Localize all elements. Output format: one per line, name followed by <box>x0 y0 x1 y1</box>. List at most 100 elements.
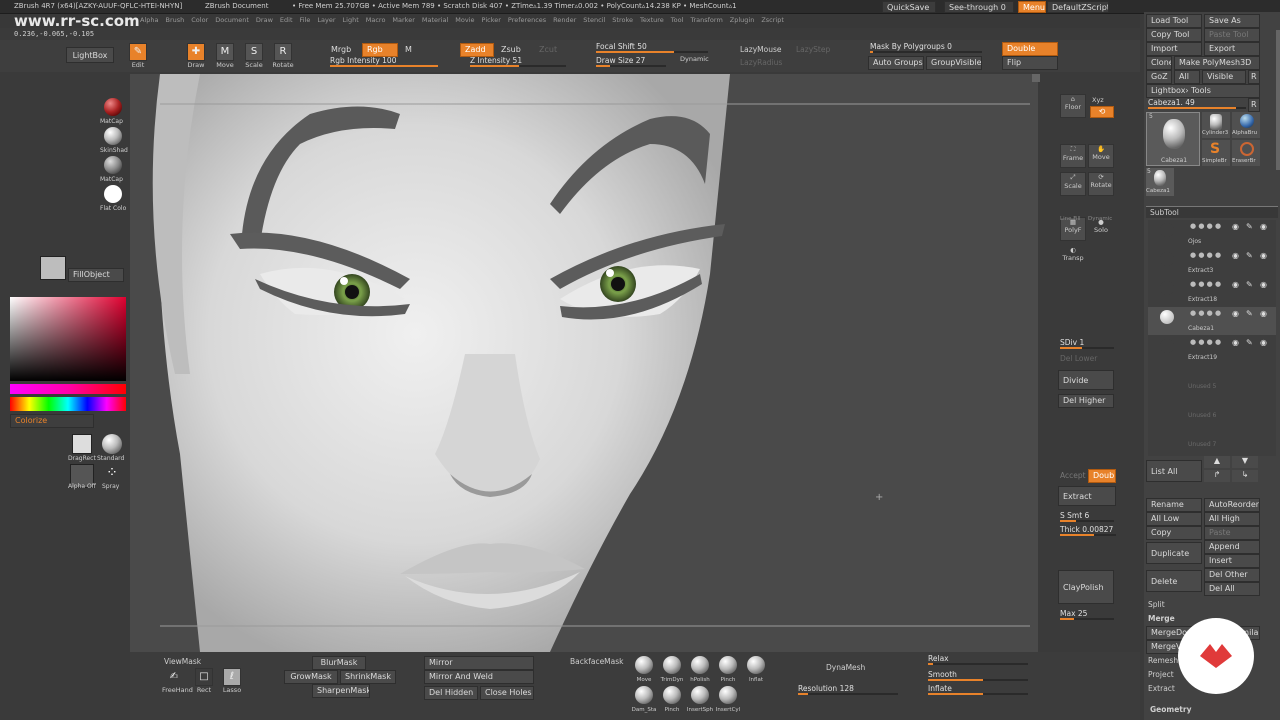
all-low-button[interactable]: All Low <box>1146 512 1202 526</box>
move-down-button[interactable]: ↳ <box>1232 470 1258 482</box>
menu-item-brush[interactable]: Brush <box>165 16 184 28</box>
resolution-slider[interactable]: Resolution 128 <box>798 684 898 696</box>
menu-item-zscript[interactable]: Zscript <box>761 16 784 28</box>
menu-item-tool[interactable]: Tool <box>671 16 684 28</box>
tool-thumb-eraserbrush[interactable]: EraserBr <box>1232 140 1260 166</box>
groupvisible-button[interactable]: GroupVisible <box>926 56 982 70</box>
fillobject-button[interactable]: FillObject <box>68 268 124 282</box>
canvas-scroll-handle[interactable] <box>1032 74 1040 82</box>
menu-item-color[interactable]: Color <box>191 16 208 28</box>
claypolish-button[interactable]: ClayPolish <box>1058 570 1114 604</box>
clone-button[interactable]: Clone <box>1146 56 1172 70</box>
autoreorder-button[interactable]: AutoReorder <box>1204 498 1260 512</box>
tool-thumb-cylinder[interactable]: Cylinder3 <box>1202 112 1230 138</box>
smooth-slider[interactable]: Smooth <box>928 670 1028 682</box>
move-up-button[interactable]: ↱ <box>1204 470 1230 482</box>
lightbox-tools-button[interactable]: Lightbox› Tools <box>1146 84 1260 98</box>
subtool-header[interactable]: SubTool <box>1146 206 1278 218</box>
brush-button[interactable]: InsertSph <box>686 684 714 714</box>
xyz-toggle[interactable]: Xyz <box>1092 96 1104 104</box>
subtool-row[interactable]: ◉ ✎ ◉ ● ● ● ● Cabeza1 <box>1148 307 1276 335</box>
relax-slider[interactable]: Relax <box>928 654 1028 666</box>
subtool-row[interactable]: ◉ ✎ ◉ ● ● ● ● Extract19 <box>1148 336 1276 364</box>
auto-groups-button[interactable]: Auto Groups <box>868 56 924 70</box>
colorize-button[interactable]: Colorize <box>10 414 94 428</box>
s-smt-slider[interactable]: S Smt 6 <box>1060 511 1114 523</box>
delete-button[interactable]: Delete <box>1146 570 1202 592</box>
backfacemask-toggle[interactable]: BackfaceMask <box>570 657 624 666</box>
default-zscript-button[interactable]: DefaultZScript <box>1047 1 1109 13</box>
brush-button[interactable]: Dam_Sta <box>630 684 658 714</box>
import-button[interactable]: Import <box>1146 42 1202 56</box>
menu-item-picker[interactable]: Picker <box>482 16 501 28</box>
visibility-eye-icon[interactable]: ◉ <box>1232 222 1239 231</box>
viewport-canvas[interactable]: + <box>130 74 1038 652</box>
split-menu[interactable]: Split <box>1148 600 1165 609</box>
all-high-button[interactable]: All High <box>1204 512 1260 526</box>
color-spectrum-strip[interactable] <box>10 397 126 411</box>
shrinkmask-button[interactable]: ShrinkMask <box>340 670 396 684</box>
move-view-button[interactable]: ✋ Move <box>1088 144 1114 168</box>
list-all-button[interactable]: List All <box>1146 460 1202 482</box>
divide-button[interactable]: Divide <box>1058 370 1114 390</box>
subtool-row[interactable]: ◉ ✎ ◉ ● ● ● ● Extract3 <box>1148 249 1276 277</box>
subtool-toggle-dots[interactable]: ● ● ● ● <box>1190 309 1221 317</box>
del-hidden-button[interactable]: Del Hidden <box>424 686 478 700</box>
eye-icon[interactable]: ◉ <box>1260 251 1267 260</box>
sharpenmask-button[interactable]: SharpenMask <box>312 684 370 698</box>
brush-button[interactable]: TrimDyn <box>658 654 686 684</box>
brush-button[interactable]: Pinch <box>658 684 686 714</box>
mirror-button[interactable]: Mirror <box>424 656 534 670</box>
menu-item-edit[interactable]: Edit <box>280 16 293 28</box>
del-all-button[interactable]: Del All <box>1204 582 1260 596</box>
m-button[interactable]: M <box>400 43 436 57</box>
eye-icon[interactable]: ◉ <box>1260 280 1267 289</box>
eye-icon[interactable]: ◉ <box>1260 338 1267 347</box>
save-as-button[interactable]: Save As <box>1204 14 1260 28</box>
menu-item-document[interactable]: Document <box>215 16 249 28</box>
export-button[interactable]: Export <box>1204 42 1260 56</box>
lightbox-button[interactable]: LightBox <box>66 47 114 63</box>
subtool-row[interactable]: ◉ ✎ ◉ ● ● ● ● Ojos <box>1148 220 1276 248</box>
accept-button[interactable]: Accept <box>1060 471 1086 480</box>
tool-thumb-alphabrush[interactable]: AlphaBru <box>1232 112 1260 138</box>
flip-button[interactable]: Flip <box>1002 56 1058 70</box>
visibility-eye-icon[interactable]: ◉ <box>1232 338 1239 347</box>
menu-item-movie[interactable]: Movie <box>455 16 474 28</box>
inflate-slider[interactable]: Inflate <box>928 684 1028 696</box>
tool-thumb-cabeza[interactable]: 5 Cabeza1 <box>1146 112 1200 166</box>
zadd-button[interactable]: Zadd <box>460 43 494 57</box>
subtool-toggle-dots[interactable]: ● ● ● ● <box>1190 222 1221 230</box>
growmask-button[interactable]: GrowMask <box>284 670 338 684</box>
visibility-eye-icon[interactable]: ◉ <box>1232 280 1239 289</box>
del-higher-button[interactable]: Del Higher <box>1058 394 1114 408</box>
subtool-toggle-dots[interactable]: ● ● ● ● <box>1190 251 1221 259</box>
material-skinshade[interactable] <box>104 127 122 145</box>
close-holes-button[interactable]: Close Holes <box>480 686 534 700</box>
paste-subtool-button[interactable]: Paste <box>1204 526 1260 540</box>
local-button[interactable]: ⟲ <box>1090 106 1114 118</box>
r-button[interactable]: R <box>1248 70 1260 84</box>
arrow-up-button[interactable]: ▲ <box>1204 456 1230 468</box>
dynamesh-button[interactable]: DynaMesh <box>826 663 865 672</box>
visible-button[interactable]: Visible <box>1202 70 1246 84</box>
blurmask-button[interactable]: BlurMask <box>312 656 366 670</box>
sdiv-slider[interactable]: SDiv 1 <box>1060 338 1114 350</box>
insert-button[interactable]: Insert <box>1204 554 1260 568</box>
copy-tool-button[interactable]: Copy Tool <box>1146 28 1202 42</box>
menu-item-alpha[interactable]: Alpha <box>140 16 158 28</box>
menu-item-stencil[interactable]: Stencil <box>583 16 605 28</box>
transp-button[interactable]: ◐ Transp <box>1060 245 1086 269</box>
zcut-button[interactable]: Zcut <box>534 43 564 57</box>
current-tool-slider[interactable]: Cabeza1. 49 <box>1148 98 1246 110</box>
menu-item-transform[interactable]: Transform <box>690 16 722 28</box>
quicksave-button[interactable]: QuickSave <box>882 1 936 13</box>
load-tool-button[interactable]: Load Tool <box>1146 14 1202 28</box>
merge-menu[interactable]: Merge <box>1148 614 1175 623</box>
scale-view-button[interactable]: ⤢ Scale <box>1060 172 1086 196</box>
extract-menu[interactable]: Extract <box>1148 684 1175 693</box>
subtool-row[interactable]: Unused 5 <box>1148 365 1276 393</box>
max-slider[interactable]: Max 25 <box>1060 609 1114 621</box>
viewmask-toggle[interactable]: ViewMask <box>164 657 201 666</box>
tool-thumb-cabeza-small[interactable]: 5 Cabeza1 <box>1146 168 1174 196</box>
